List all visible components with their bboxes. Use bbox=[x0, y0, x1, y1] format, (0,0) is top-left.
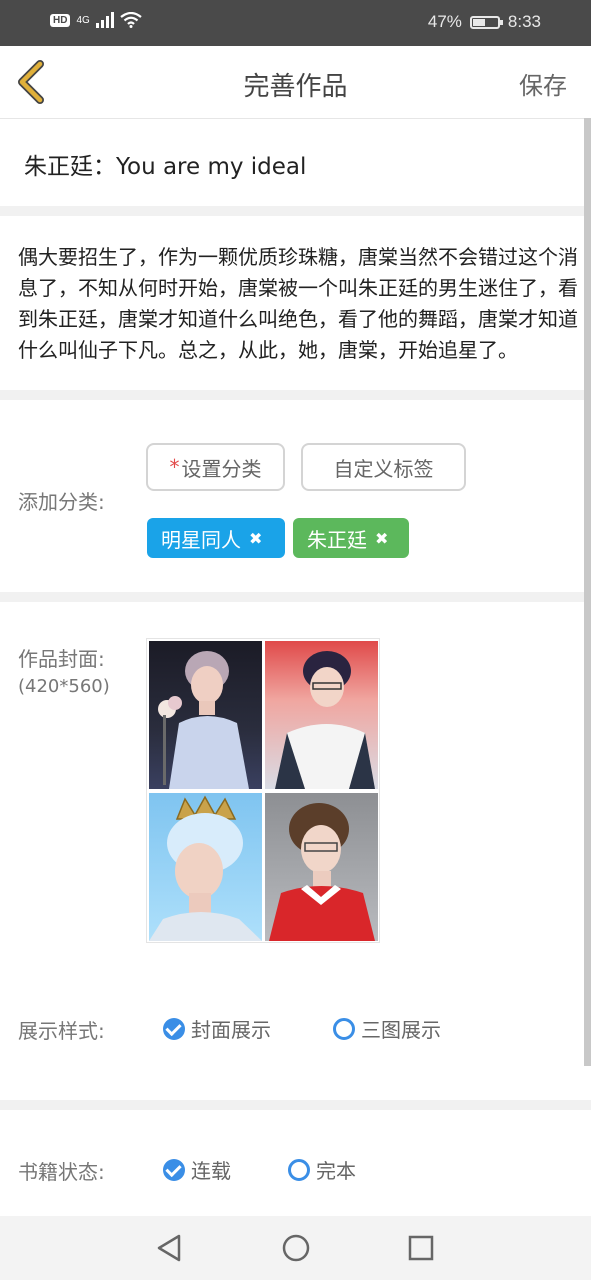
category-label: 添加分类: bbox=[18, 490, 105, 514]
section-divider bbox=[0, 1100, 591, 1110]
system-nav-bar bbox=[0, 1216, 591, 1280]
tag-chip[interactable]: 明星同人 ✖ bbox=[147, 518, 285, 558]
radio-checked-icon bbox=[163, 1158, 185, 1181]
cover-image[interactable] bbox=[146, 638, 380, 943]
custom-tag-button[interactable]: 自定义标签 bbox=[301, 443, 466, 491]
option-label: 完本 bbox=[316, 1159, 356, 1183]
book-status-label: 书籍状态: bbox=[18, 1160, 105, 1184]
radio-unchecked-icon bbox=[288, 1158, 310, 1181]
section-divider bbox=[0, 592, 591, 602]
work-description[interactable]: 偶大要招生了，作为一颗优质珍珠糖，唐棠当然不会错过这个消息了，不知从何时开始，唐… bbox=[18, 242, 578, 366]
book-status-option-complete[interactable]: 完本 bbox=[288, 1155, 356, 1184]
clock: 8:33 bbox=[507, 12, 541, 31]
signal-icon bbox=[95, 12, 114, 28]
wifi-icon bbox=[120, 12, 142, 28]
square-recent-icon bbox=[408, 1235, 434, 1261]
android-back-button[interactable] bbox=[153, 1232, 185, 1264]
book-status-option-serializing[interactable]: 连载 bbox=[163, 1155, 231, 1184]
option-label: 连载 bbox=[191, 1159, 231, 1183]
display-style-label: 展示样式: bbox=[18, 1019, 105, 1043]
tag-chip[interactable]: 朱正廷 ✖ bbox=[293, 518, 409, 558]
triangle-back-icon bbox=[157, 1234, 181, 1262]
portrait-illustration bbox=[158, 651, 249, 789]
set-category-button[interactable]: * 设置分类 bbox=[146, 443, 285, 491]
close-icon[interactable]: ✖ bbox=[249, 529, 262, 548]
tag-label: 朱正廷 bbox=[307, 527, 367, 552]
top-nav-bar: 完善作品 保存 bbox=[0, 46, 591, 119]
page-title: 完善作品 bbox=[243, 72, 348, 102]
required-star: * bbox=[169, 455, 180, 479]
portrait-illustration bbox=[275, 651, 375, 789]
cover-label: 作品封面: bbox=[18, 647, 105, 671]
battery-percent: 47% bbox=[427, 12, 462, 31]
network-type: 4G bbox=[76, 14, 90, 26]
status-bar: HD 4G 47% 8:33 bbox=[0, 0, 591, 46]
display-style-option-cover[interactable]: 封面展示 bbox=[163, 1014, 271, 1043]
hd-badge: HD bbox=[50, 13, 71, 27]
option-label: 三图展示 bbox=[361, 1018, 441, 1042]
save-button[interactable]: 保存 bbox=[519, 66, 567, 101]
cover-photo-3 bbox=[149, 793, 262, 941]
radio-unchecked-icon bbox=[333, 1017, 355, 1040]
status-left: HD 4G bbox=[50, 12, 142, 28]
portrait-illustration bbox=[149, 795, 262, 941]
battery-icon bbox=[469, 15, 503, 29]
cover-photo-4 bbox=[265, 793, 378, 941]
tag-label: 明星同人 bbox=[161, 527, 241, 552]
option-label: 封面展示 bbox=[191, 1018, 271, 1042]
cover-photo-1 bbox=[149, 641, 262, 789]
android-recent-button[interactable] bbox=[405, 1232, 437, 1264]
custom-tag-label: 自定义标签 bbox=[333, 456, 434, 481]
portrait-illustration bbox=[269, 803, 375, 941]
android-home-button[interactable] bbox=[280, 1232, 312, 1264]
status-right: 47% 8:33 bbox=[428, 12, 541, 32]
close-icon[interactable]: ✖ bbox=[375, 529, 388, 548]
section-divider bbox=[0, 206, 591, 216]
circle-home-icon bbox=[282, 1234, 310, 1262]
section-divider bbox=[0, 390, 591, 400]
scrollbar[interactable] bbox=[584, 118, 591, 1066]
radio-checked-icon bbox=[163, 1017, 185, 1040]
display-style-option-three-images[interactable]: 三图展示 bbox=[333, 1014, 441, 1043]
set-category-label: 设置分类 bbox=[181, 456, 262, 481]
work-title[interactable]: 朱正廷：You are my ideal bbox=[24, 147, 306, 181]
cover-photo-2 bbox=[265, 641, 378, 789]
cover-size-hint: (420*560) bbox=[18, 676, 110, 697]
